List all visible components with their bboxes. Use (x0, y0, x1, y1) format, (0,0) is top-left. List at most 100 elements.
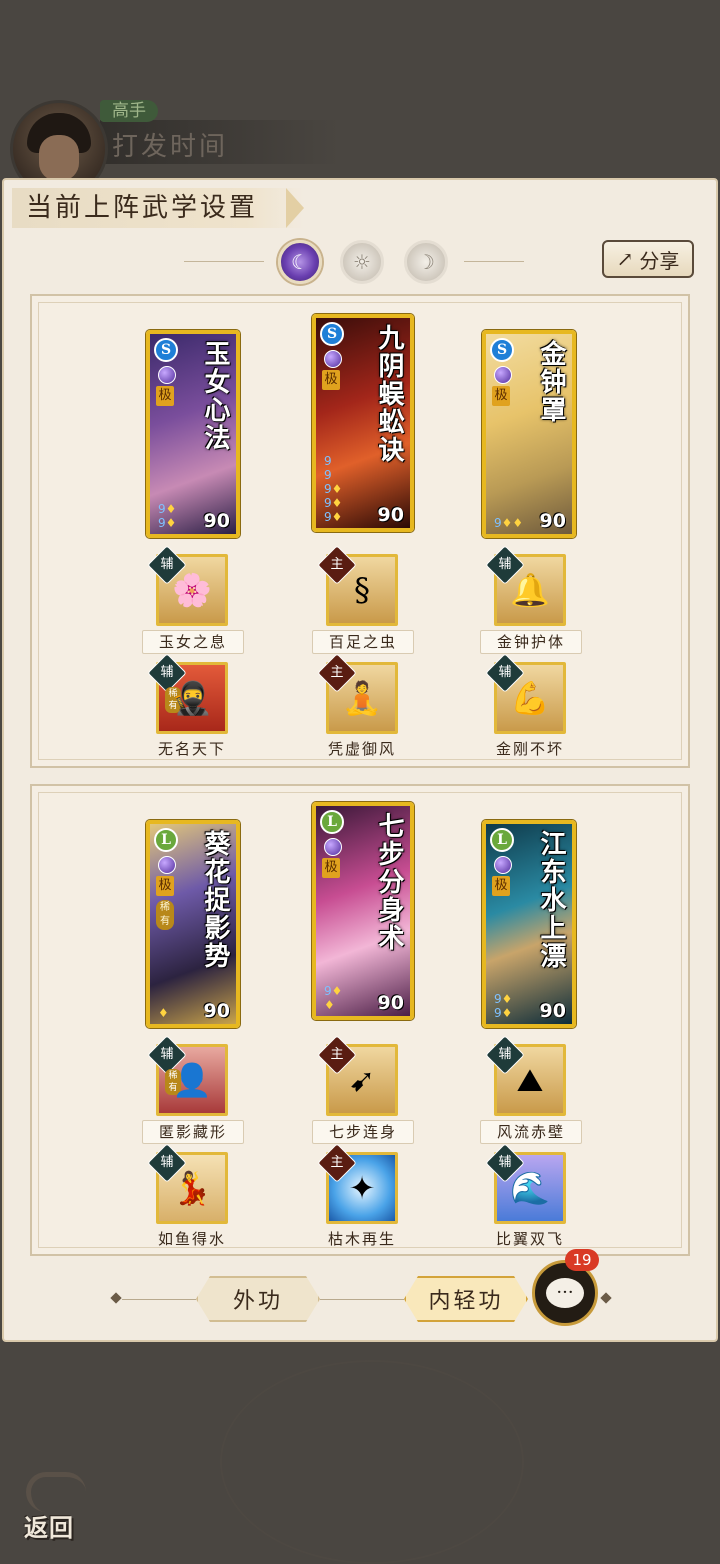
card-level: 90 (203, 510, 230, 532)
moon-icon (494, 366, 512, 384)
crescent-icon: ☽ (417, 250, 435, 274)
skill-label: 金刚不坏 (495, 740, 564, 758)
star-pips: 9♦ 9♦ (494, 992, 513, 1020)
skill-jingang-buhuai[interactable]: 辅 💪 金刚不坏 (480, 653, 580, 760)
star-pips: 9♦♦ (324, 984, 343, 1012)
skill-icon-box[interactable]: 辅 💃 (147, 1143, 228, 1224)
back-label: 返回 (24, 1513, 74, 1542)
skill-label: 金钟护体 (480, 630, 582, 654)
skill-icon-box[interactable]: 主 🧘 (317, 653, 398, 734)
element-icon: S (490, 338, 514, 362)
skill-wuming-tianxia[interactable]: 辅 稀有 🥷 无名天下 (142, 653, 242, 760)
divider-line (320, 1299, 404, 1300)
skill-label: 凭虚御风 (327, 740, 396, 758)
internal-arts-group: S 极 玉女心法 9♦ 9♦ 90 S 极 九阴蜈蚣诀 9 9 9♦ 9♦ 9♦ 90 S… (30, 294, 690, 768)
star-pips: 9 9 9♦ 9♦ 9♦ (324, 454, 343, 524)
chat-bubble-icon: ··· (546, 1278, 584, 1308)
skill-icon-box[interactable]: 辅 稀有 🥷 (147, 653, 228, 734)
panel-title: 当前上阵武学设置 (12, 188, 305, 228)
element-icon: L (490, 828, 514, 852)
card-title: 金钟罩 (536, 340, 566, 424)
skill-icon-box[interactable]: 辅 稀有 👤 (147, 1035, 228, 1116)
outer-arts-button[interactable]: 外功 (196, 1276, 320, 1322)
skill-icon-box[interactable]: 辅 ⛰ (485, 1035, 566, 1116)
purple-moon-tab[interactable]: ☾ (278, 240, 322, 284)
divider-diamond (110, 1292, 122, 1304)
chat-button[interactable]: ··· 19 (532, 1249, 599, 1326)
skill-label: 风流赤壁 (480, 1120, 582, 1144)
bell-shield-icon: 🔔 (510, 571, 550, 609)
skill-icon-box[interactable]: 辅 🔔 (485, 545, 566, 626)
inner-light-arts-button[interactable]: 内轻功 (404, 1276, 528, 1322)
grade-badge: 极 (492, 386, 510, 406)
card-level: 90 (377, 504, 404, 526)
card-level: 90 (539, 1000, 566, 1022)
martial-card-jiangdong[interactable]: L 极 江东水上漂 9♦ 9♦ 90 (482, 820, 576, 1028)
star-pips: 9♦♦ (494, 516, 524, 530)
background-swirl (220, 1360, 524, 1564)
skill-icon-box[interactable]: 辅 💪 (485, 653, 566, 734)
star-pips: ♦ (158, 1006, 169, 1020)
tab-divider-right (464, 261, 524, 262)
light-burst-icon: ✦ (348, 1169, 376, 1207)
plum-tree-icon: 🌸 (172, 571, 212, 609)
style-tabs: ☾ ☼ ☽ (184, 238, 524, 286)
card-title: 九阴蜈蚣诀 (374, 324, 404, 464)
martial-card-yunv[interactable]: S 极 玉女心法 9♦ 9♦ 90 (146, 330, 240, 538)
centipede-icon: § (354, 571, 370, 609)
moon-icon (494, 856, 512, 874)
skill-fengliu-chibi[interactable]: 辅 ⛰ 风流赤壁 (480, 1035, 582, 1144)
skill-icon-box[interactable]: 主 ✦ (317, 1143, 398, 1224)
skill-biyi-shuangfei[interactable]: 辅 🌊 比翼双飞 (480, 1143, 580, 1250)
moon-icon (324, 350, 342, 368)
skill-icon-box[interactable]: 主 ➹ (317, 1035, 398, 1116)
light-arts-group: L 极 稀有 葵花捉影势 ♦ 90 L 极 七步分身术 9♦ ♦ 90 L 极 江… (30, 784, 690, 1256)
skill-pingxu-yufeng[interactable]: 主 🧘 凭虚御风 (312, 653, 412, 760)
skill-yunv-zhixi[interactable]: 辅 🌸 玉女之息 (142, 545, 244, 654)
swordsman-icon: 🥷 (172, 679, 212, 717)
skill-icon-box[interactable]: 辅 🌸 (147, 545, 228, 626)
skill-ruyu-deshui[interactable]: 辅 💃 如鱼得水 (142, 1143, 242, 1250)
skill-label: 枯木再生 (327, 1230, 396, 1248)
tab-divider-left (184, 261, 264, 262)
dancer-icon: 💃 (172, 1169, 212, 1207)
element-icon: L (320, 810, 344, 834)
purple-moon-icon: ☾ (291, 250, 309, 274)
crescent-tab[interactable]: ☽ (404, 240, 448, 284)
skill-label: 比翼双飞 (495, 1230, 564, 1248)
share-button[interactable]: ↗ 分享 (602, 240, 694, 278)
dash-icon: ➹ (348, 1061, 376, 1099)
skill-qibu-lianshen[interactable]: 主 ➹ 七步连身 (312, 1035, 414, 1144)
skill-baizu-zhichong[interactable]: 主 § 百足之虫 (312, 545, 414, 654)
skill-icon-box[interactable]: 辅 🌊 (485, 1143, 566, 1224)
chat-badge: 19 (565, 1249, 599, 1271)
grade-badge: 极 (322, 858, 340, 878)
moon-icon (158, 856, 176, 874)
martial-card-jiuyin[interactable]: S 极 九阴蜈蚣诀 9 9 9♦ 9♦ 9♦ 90 (312, 314, 414, 532)
card-title: 葵花捉影势 (200, 830, 230, 970)
skill-kumu-zaisheng[interactable]: 主 ✦ 枯木再生 (312, 1143, 412, 1250)
sun-icon: ☼ (353, 250, 371, 274)
martial-arts-panel: 当前上阵武学设置 ☾ ☼ ☽ ↗ 分享 S 极 玉女心法 9♦ 9♦ 90 S 极… (2, 178, 718, 1342)
skill-label: 七步连身 (312, 1120, 414, 1144)
back-button[interactable]: 返回 (20, 1470, 94, 1542)
rare-badge: 稀有 (156, 900, 174, 930)
martial-card-jinzhong[interactable]: S 极 金钟罩 9♦♦ 90 (482, 330, 576, 538)
divider-diamond (600, 1292, 612, 1304)
element-icon: S (320, 322, 344, 346)
skill-niying-cangxing[interactable]: 辅 稀有 👤 匿影藏形 (142, 1035, 244, 1144)
martial-card-kuihua[interactable]: L 极 稀有 葵花捉影势 ♦ 90 (146, 820, 240, 1028)
element-icon: L (154, 828, 178, 852)
grade-badge: 极 (492, 876, 510, 896)
share-icon: ↗ (616, 247, 634, 271)
grade-badge: 极 (156, 876, 174, 896)
wind-figure-icon: 🧘 (342, 679, 382, 717)
cliff-icon: ⛰ (516, 1061, 544, 1099)
strongman-icon: 💪 (510, 679, 550, 717)
shadow-icon: 👤 (172, 1061, 212, 1099)
martial-card-qibu[interactable]: L 极 七步分身术 9♦ ♦ 90 (312, 802, 414, 1020)
skill-label: 玉女之息 (142, 630, 244, 654)
skill-jinzhong-huti[interactable]: 辅 🔔 金钟护体 (480, 545, 582, 654)
skill-icon-box[interactable]: 主 § (317, 545, 398, 626)
sun-tab[interactable]: ☼ (340, 240, 384, 284)
